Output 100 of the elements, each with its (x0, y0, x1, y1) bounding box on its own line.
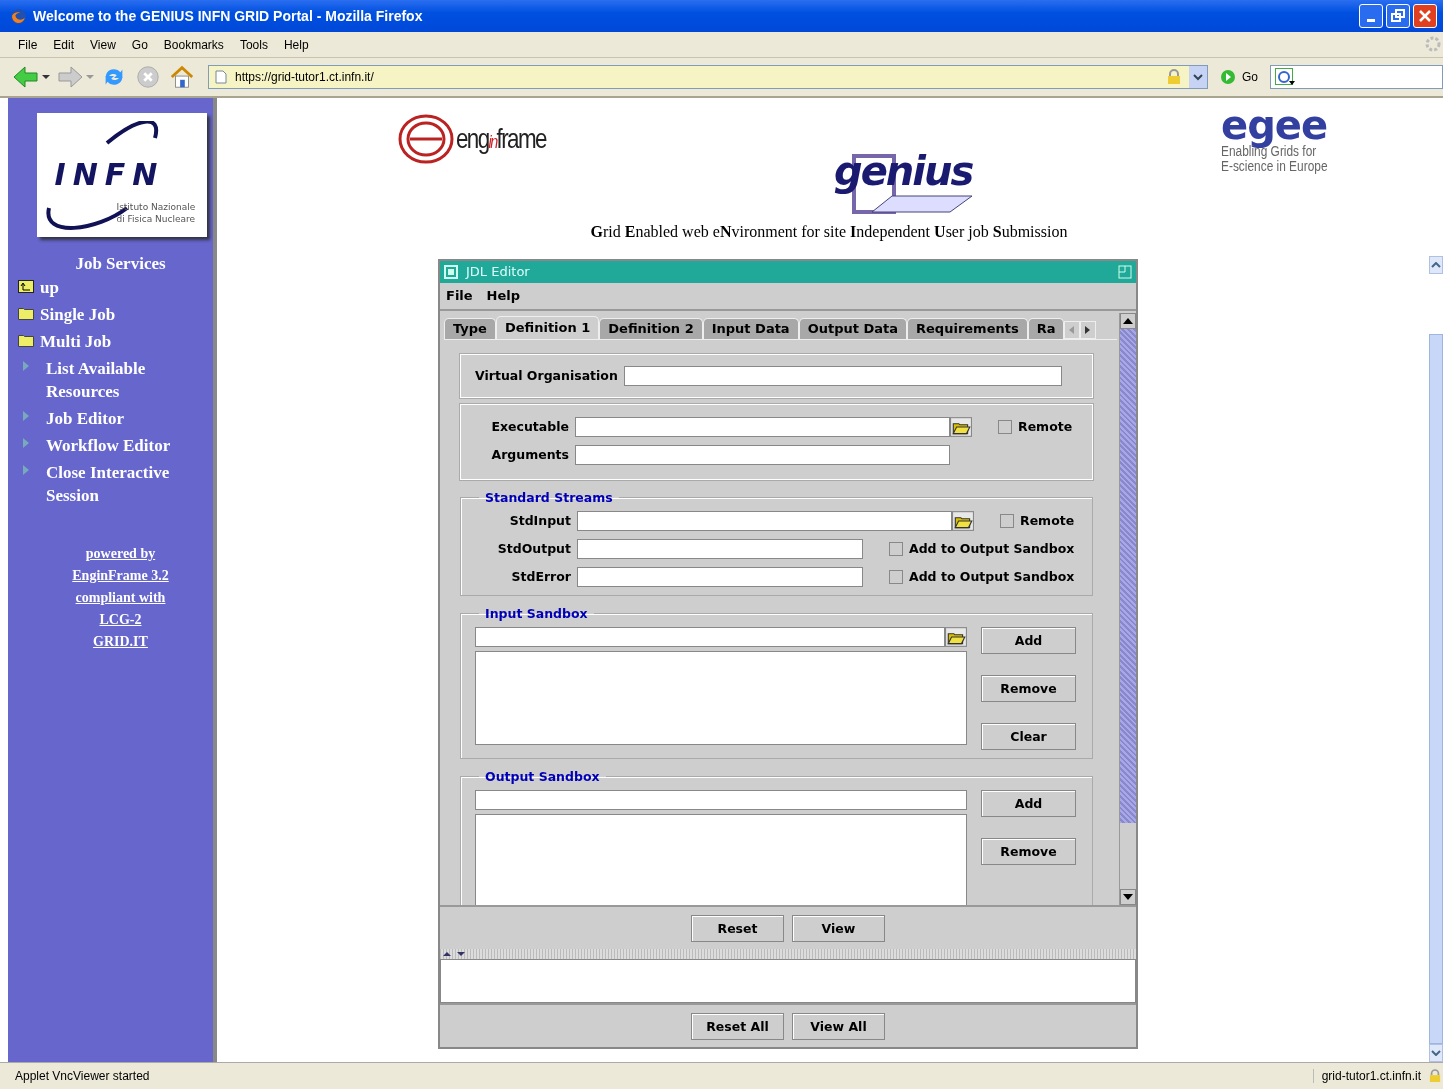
sandbox-button[interactable]: Clear (981, 722, 1076, 750)
folder-open-icon[interactable] (945, 626, 967, 647)
input-field[interactable] (577, 538, 863, 559)
search-engine-icon[interactable] (1275, 68, 1295, 86)
menu-item[interactable]: File (446, 288, 473, 304)
chevron-up-icon[interactable] (1431, 262, 1441, 268)
input-field[interactable] (623, 365, 1062, 386)
input-field[interactable] (475, 789, 967, 810)
tab[interactable]: Input Data (702, 317, 799, 339)
footer-link[interactable]: EnginFrame 3.2 (72, 567, 169, 584)
restore-button[interactable] (1386, 4, 1410, 28)
sidebar-link[interactable]: up (40, 276, 190, 299)
group-title: Output Sandbox (484, 768, 601, 784)
checkbox[interactable]: Add to Output Sandbox (889, 569, 1075, 585)
history-dropdown-button[interactable] (1189, 66, 1207, 88)
sandbox-button[interactable]: Remove (981, 674, 1076, 702)
tab[interactable]: Type (444, 317, 496, 339)
tab[interactable]: Definition 2 (599, 317, 703, 339)
menu-item[interactable]: Bookmarks (155, 37, 232, 52)
form-button[interactable]: View All (792, 1012, 885, 1040)
sidebar-link[interactable]: Workflow Editor (46, 434, 196, 457)
file-list[interactable] (475, 813, 967, 906)
ring-icon (398, 114, 454, 164)
sidebar-link[interactable]: List Available Resources (46, 357, 196, 403)
sandbox-button[interactable]: Add (981, 789, 1076, 817)
folder-open-icon[interactable] (950, 416, 972, 437)
field-label: StdOutput (496, 541, 571, 557)
checkbox[interactable]: Remote (998, 419, 1073, 435)
input-field[interactable] (475, 626, 945, 647)
logo-subtitle: Istituto Nazionale di Fisica Nucleare (116, 201, 196, 225)
field-label: StdInput (508, 513, 571, 529)
forward-arrow-icon[interactable] (56, 64, 84, 90)
folder-open-icon[interactable] (952, 510, 974, 531)
field-label: Executable (490, 419, 569, 435)
triangle-left-icon (1069, 325, 1076, 334)
status-text: Applet VncViewer started (15, 1069, 151, 1083)
group-title: Standard Streams (484, 489, 614, 505)
folder-up-icon (18, 279, 34, 293)
home-icon[interactable] (168, 64, 196, 90)
footer-link[interactable]: powered by (85, 545, 156, 562)
triangle-down-icon[interactable] (1123, 894, 1133, 901)
menu-item[interactable]: File (10, 37, 46, 52)
tab[interactable]: Definition 1 (495, 315, 600, 339)
search-field[interactable] (1270, 65, 1443, 89)
footer-link[interactable]: compliant with (75, 589, 166, 606)
checkbox[interactable]: Add to Output Sandbox (889, 541, 1075, 557)
status-host: grid-tutor1.ct.infn.it (1312, 1069, 1421, 1083)
logo-text: INFN (54, 157, 165, 192)
sidebar-link[interactable]: Single Job (40, 303, 190, 326)
tab[interactable]: Requirements (907, 317, 1028, 339)
minimize-button[interactable] (1359, 4, 1383, 28)
tab[interactable]: Output Data (798, 317, 908, 339)
menu-item[interactable]: Help (275, 37, 317, 52)
address-field[interactable]: https://grid-tutor1.ct.infn.it/ (208, 65, 1208, 89)
close-button[interactable] (1413, 4, 1437, 28)
input-field[interactable] (575, 444, 950, 465)
collapse-arrows-icon[interactable] (442, 951, 468, 958)
footer-link[interactable]: GRID.IT (93, 633, 148, 650)
stop-icon[interactable] (134, 64, 162, 90)
padlock-icon (1167, 69, 1181, 85)
group-title: Input Sandbox (484, 605, 589, 621)
scrollbar[interactable] (1119, 312, 1136, 906)
triangle-up-icon[interactable] (1123, 317, 1133, 324)
firefox-icon (10, 7, 27, 25)
page-icon (215, 70, 227, 84)
menu-item[interactable]: Help (486, 288, 521, 304)
dropdown-caret-icon[interactable] (42, 73, 50, 81)
sidebar-link[interactable]: Job Editor (46, 407, 196, 430)
form-button[interactable]: Reset All (691, 1012, 784, 1040)
triangle-bullet-icon (22, 437, 30, 449)
menu-item[interactable]: Go (123, 37, 156, 52)
chevron-down-icon (1193, 73, 1203, 81)
tab[interactable]: Ra (1027, 317, 1065, 339)
footer-link[interactable]: LCG-2 (99, 611, 142, 628)
maximize-icon[interactable] (1118, 264, 1132, 279)
field-label: Arguments (490, 447, 569, 463)
menu-item[interactable]: Tools (231, 37, 276, 52)
checkbox[interactable]: Remote (1000, 513, 1075, 529)
form-button[interactable]: View (792, 914, 885, 942)
window-menu-icon[interactable] (444, 264, 458, 279)
subtitle: Grid Enabled web eNvironment for site Independent User job Submission (590, 223, 1068, 241)
play-circle-icon (1220, 69, 1236, 85)
sidebar-link[interactable]: Close Interactive Session (46, 461, 196, 507)
menu-item[interactable]: View (82, 37, 124, 52)
go-button[interactable]: Go (1214, 69, 1264, 85)
chevron-down-icon[interactable] (1431, 1050, 1441, 1056)
egee-logo: egee Enabling Grids for E-science in Europe (1221, 106, 1329, 174)
padlock-icon (1429, 1068, 1441, 1084)
enginframe-logo: enginframe (398, 114, 569, 164)
sidebar-link[interactable]: Multi Job (40, 330, 190, 353)
input-field[interactable] (577, 566, 863, 587)
input-field[interactable] (575, 416, 950, 437)
sandbox-button[interactable]: Remove (981, 837, 1076, 865)
applet-title: JDL Editor (466, 264, 531, 280)
sandbox-button[interactable]: Add (981, 626, 1076, 654)
tab-scroll-right-button[interactable] (1080, 320, 1097, 339)
splitter-handle[interactable] (440, 949, 1136, 960)
menu-item[interactable]: Edit (45, 37, 83, 52)
input-field[interactable] (577, 510, 952, 531)
form-button[interactable]: Reset (691, 914, 784, 942)
